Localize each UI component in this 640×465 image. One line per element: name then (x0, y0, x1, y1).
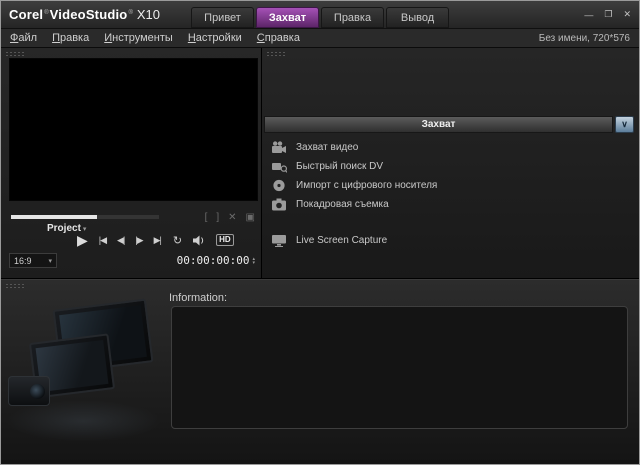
registered-mark: ® (44, 10, 48, 16)
enlarge-button[interactable]: ▣ (246, 212, 255, 223)
capture-option-import-digital-media[interactable]: Импорт с цифрового носителя (270, 176, 631, 195)
artwork-shadow (6, 400, 161, 442)
live-screen-capture-icon (270, 234, 287, 247)
aspect-ratio-value: 16:9 (14, 256, 32, 266)
brand-product: VideoStudio (50, 7, 128, 22)
information-box (171, 306, 628, 429)
tab-welcome[interactable]: Привет (191, 7, 254, 28)
cut-button[interactable]: ✕ (228, 212, 236, 223)
spinner-down-icon[interactable]: ▾ (252, 261, 255, 265)
video-preview[interactable] (9, 58, 258, 201)
menu-tools[interactable]: Инструменты (104, 32, 173, 44)
capture-options-list: Захват видео Быстрый поиск DV (270, 138, 631, 250)
scrub-progress (11, 215, 97, 219)
menu-help[interactable]: Справка (257, 32, 300, 44)
capture-video-icon (270, 141, 287, 154)
brand-version: X10 (137, 7, 160, 22)
window-controls: — ❐ ✕ (584, 9, 631, 20)
timecode-spinner: ▴ ▾ (252, 257, 255, 265)
information-panel: Information: (1, 279, 639, 464)
titlebar: Corel®VideoStudio®X10 Привет Захват Прав… (1, 1, 639, 29)
menu-settings[interactable]: Настройки (188, 32, 242, 44)
workspace-tabs: Привет Захват Правка Вывод (191, 7, 449, 28)
capture-option-label: Быстрый поиск DV (296, 161, 383, 172)
play-button[interactable]: ▶ (77, 233, 88, 247)
player-bottom-row: 16:9 ▾ 00:00:00:00 ▴ ▾ (9, 253, 255, 268)
import-digital-media-icon (270, 179, 287, 192)
dv-quick-scan-icon (270, 160, 287, 173)
maximize-button[interactable]: ❐ (604, 9, 612, 20)
capture-option-dv-quick-scan[interactable]: Быстрый поиск DV (270, 157, 631, 176)
tab-edit[interactable]: Правка (321, 7, 384, 28)
timecode-value[interactable]: 00:00:00:00 (177, 254, 250, 267)
volume-icon (193, 235, 206, 246)
chevron-down-icon: ∨ (621, 119, 628, 130)
app-logo: Corel®VideoStudio®X10 (9, 7, 160, 22)
mark-in-button[interactable]: [ (205, 212, 208, 223)
tab-share[interactable]: Вывод (386, 7, 449, 28)
main-area: [ ] ✕ ▣ Project ▾ ▶ |◀ ◀| |▶ ▶| ↻ (1, 48, 639, 279)
capture-option-label: Покадровая съемка (296, 199, 389, 210)
transport-controls: ▶ |◀ ◀| |▶ ▶| ↻ HD (9, 231, 253, 249)
end-button[interactable]: ▶| (154, 235, 161, 246)
stop-motion-icon (270, 198, 287, 211)
hd-toggle[interactable]: HD (216, 234, 234, 246)
capture-header-dropdown-button[interactable]: ∨ (615, 116, 634, 133)
panel-grip (266, 51, 286, 56)
app-window: Corel®VideoStudio®X10 Привет Захват Прав… (0, 0, 640, 465)
minimize-button[interactable]: — (584, 10, 593, 20)
capture-option-live-screen-capture[interactable]: Live Screen Capture (270, 231, 631, 250)
capture-header: Захват (264, 116, 613, 133)
camcorder-image (8, 376, 50, 406)
tab-capture[interactable]: Захват (256, 7, 319, 28)
capture-option-label: Импорт с цифрового носителя (296, 180, 437, 191)
trim-row: [ ] ✕ ▣ (11, 212, 255, 222)
menubar: Файл Правка Инструменты Настройки Справк… (1, 29, 639, 48)
volume-button[interactable] (193, 235, 206, 246)
capture-option-label: Захват видео (296, 142, 358, 153)
brand-corel: Corel (9, 7, 43, 22)
mark-out-button[interactable]: ] (216, 212, 219, 223)
prev-frame-button[interactable]: ◀| (117, 235, 124, 246)
player-panel: [ ] ✕ ▣ Project ▾ ▶ |◀ ◀| |▶ ▶| ↻ (1, 48, 262, 278)
capture-option-stop-motion[interactable]: Покадровая съемка (270, 195, 631, 214)
product-showcase-image (6, 296, 164, 448)
chevron-down-icon: ▾ (48, 257, 52, 265)
project-title: Без имени, 720*576 (539, 33, 630, 44)
panel-grip (5, 51, 25, 56)
panel-grip (5, 283, 25, 288)
menu-edit[interactable]: Правка (52, 32, 89, 44)
close-button[interactable]: ✕ (623, 9, 631, 20)
registered-mark: ® (128, 10, 132, 16)
capture-panel: Захват ∨ Захват видео (262, 48, 639, 278)
next-frame-button[interactable]: |▶ (135, 235, 142, 246)
trim-buttons: [ ] ✕ ▣ (205, 212, 255, 223)
repeat-button[interactable]: ↻ (173, 234, 182, 247)
home-button[interactable]: |◀ (99, 235, 106, 246)
scrub-bar[interactable] (11, 215, 159, 219)
capture-option-video[interactable]: Захват видео (270, 138, 631, 157)
capture-option-label: Live Screen Capture (296, 235, 387, 246)
timecode-control: 00:00:00:00 ▴ ▾ (177, 254, 255, 267)
aspect-ratio-select[interactable]: 16:9 ▾ (9, 253, 57, 268)
menu-file[interactable]: Файл (10, 32, 37, 44)
information-label: Information: (169, 292, 227, 304)
